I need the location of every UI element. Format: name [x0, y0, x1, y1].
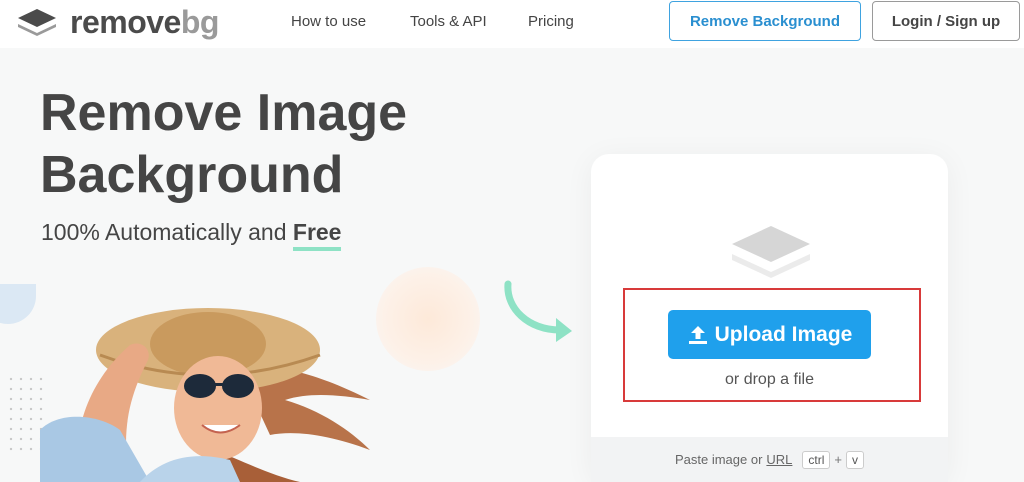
plus-sign: +	[834, 452, 843, 467]
page-title: Remove Image Background	[40, 82, 500, 206]
subtitle: 100% Automatically and Free	[41, 219, 342, 251]
logo-layers-icon	[18, 9, 56, 36]
layers-placeholder-icon	[732, 226, 810, 278]
drop-file-text: or drop a file	[725, 371, 814, 388]
nav-pricing[interactable]: Pricing	[528, 13, 574, 30]
login-signup-button[interactable]: Login / Sign up	[872, 1, 1020, 41]
decorative-peach-circle	[376, 267, 480, 371]
subtitle-free: Free	[292, 219, 342, 251]
paste-hint-text: Paste image or	[674, 452, 763, 467]
upload-arrow-icon	[688, 325, 707, 344]
curved-arrow-icon	[504, 280, 572, 342]
logo[interactable]: removebg	[14, 5, 219, 39]
paste-hint-bar: Paste image or URL ctrl + v	[591, 437, 948, 482]
remove-background-button[interactable]: Remove Background	[669, 1, 861, 41]
title-line-1: Remove Image	[40, 84, 408, 142]
upload-image-button[interactable]: Upload Image	[668, 310, 871, 359]
top-navbar: removebg How to use Tools & API Pricing …	[0, 0, 1024, 48]
nav-how-to-use[interactable]: How to use	[291, 13, 366, 30]
hero-woman-photo	[40, 308, 370, 482]
ctrl-key: ctrl	[802, 450, 831, 469]
nav-tools-api[interactable]: Tools & API	[410, 13, 487, 30]
logo-text: removebg	[70, 4, 219, 40]
url-link[interactable]: URL	[766, 452, 792, 467]
title-line-2: Background	[40, 146, 344, 204]
v-key: v	[846, 450, 865, 469]
decorative-blue-shape	[0, 284, 36, 324]
subtitle-prefix: 100% Automatically and	[41, 219, 293, 245]
upload-button-label: Upload Image	[714, 322, 853, 346]
